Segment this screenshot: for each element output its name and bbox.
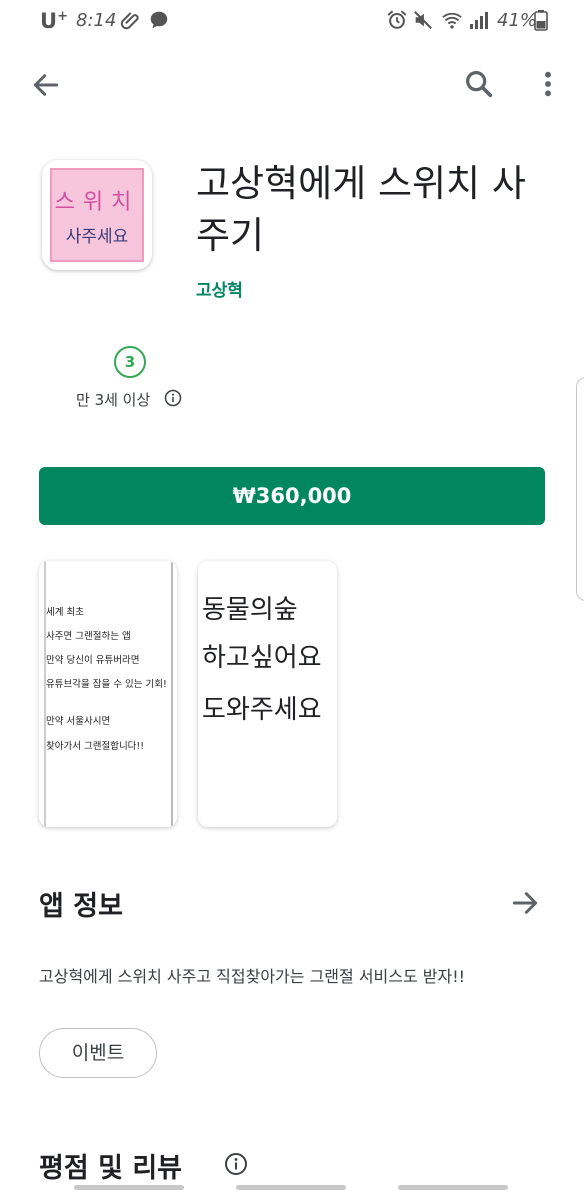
buy-button[interactable]: ₩360,000: [39, 467, 545, 525]
arrow-back-icon[interactable]: [30, 69, 62, 101]
developer-link[interactable]: 고상혁: [196, 276, 243, 301]
screenshot-edge: [44, 561, 46, 827]
mute-icon: [414, 11, 432, 29]
carrier-label: U+: [40, 9, 68, 33]
screenshot-text-line: 사주면 그랜절하는 앱: [46, 631, 131, 642]
screenshot-edge: [171, 561, 173, 827]
status-time: 8:14: [76, 10, 117, 31]
screenshot-text-line: 도와주세요: [202, 695, 322, 725]
arrow-forward-icon[interactable]: [509, 887, 541, 919]
search-icon[interactable]: [462, 67, 496, 101]
screenshot-text-line: 유튜브각을 잡을 수 있는 기회!: [46, 679, 167, 690]
app-title: 고상혁에게 스위치 사주기: [196, 162, 526, 257]
app-icon-art: 스위치 사주세요: [50, 168, 144, 262]
chat-bubble-icon: [150, 11, 168, 29]
wifi-icon: [442, 12, 462, 29]
info-icon[interactable]: [164, 389, 182, 407]
screenshot-2[interactable]: 동물의숲 하고싶어요 도와주세요: [198, 561, 337, 827]
screenshot-text-line: 하고싶어요: [202, 643, 322, 673]
more-vert-icon[interactable]: [535, 68, 561, 100]
ratings-section-title[interactable]: 평점 및 리뷰: [39, 1146, 182, 1185]
screenshot-text-line: 동물의숲: [202, 595, 298, 625]
about-description: 고상혁에게 스위치 사주고 직접찾아가는 그랜절 서비스도 받자!!: [39, 967, 466, 986]
app-icon-text-line2: 사주세요: [65, 227, 129, 247]
info-icon[interactable]: [224, 1152, 248, 1176]
age-rating-label: 만 3세 이상: [76, 391, 151, 409]
screenshot-text-line: 만약 서울사시면: [46, 716, 111, 727]
category-chip[interactable]: 이벤트: [39, 1028, 157, 1078]
nav-bar-indicator: [398, 1185, 508, 1190]
screenshot-text-line: 세계 최초: [46, 607, 84, 618]
about-section-title[interactable]: 앱 정보: [39, 884, 123, 923]
edge-panel-handle[interactable]: [576, 377, 584, 601]
status-bar: U+ 8:14 41%: [0, 0, 584, 40]
nav-bar-indicator: [236, 1185, 346, 1190]
app-icon-text-line1: 스위치: [54, 190, 140, 215]
screenshot-1[interactable]: 세계 최초 사주면 그랜절하는 앱 만약 당신이 유튜버라면 유튜브각을 잡을 …: [39, 561, 177, 827]
screenshot-text-line: 찾아가서 그랜절합니다!!: [46, 741, 145, 752]
age-rating-badge: 3: [114, 346, 146, 378]
app-icon: 스위치 사주세요: [42, 160, 152, 270]
alarm-icon: [387, 10, 407, 29]
signal-icon: [470, 12, 488, 29]
battery-icon: [534, 10, 548, 31]
play-store-app-page: U+ 8:14 41% 스위치 사주세요 고상혁에게 스위치 사주기 고상혁 3…: [0, 0, 584, 1200]
screenshot-text-line: 만약 당신이 유튜버라면: [46, 655, 140, 666]
nav-bar-indicator: [74, 1185, 184, 1190]
paperclip-icon: [120, 12, 139, 30]
battery-percent: 41%: [497, 10, 538, 31]
